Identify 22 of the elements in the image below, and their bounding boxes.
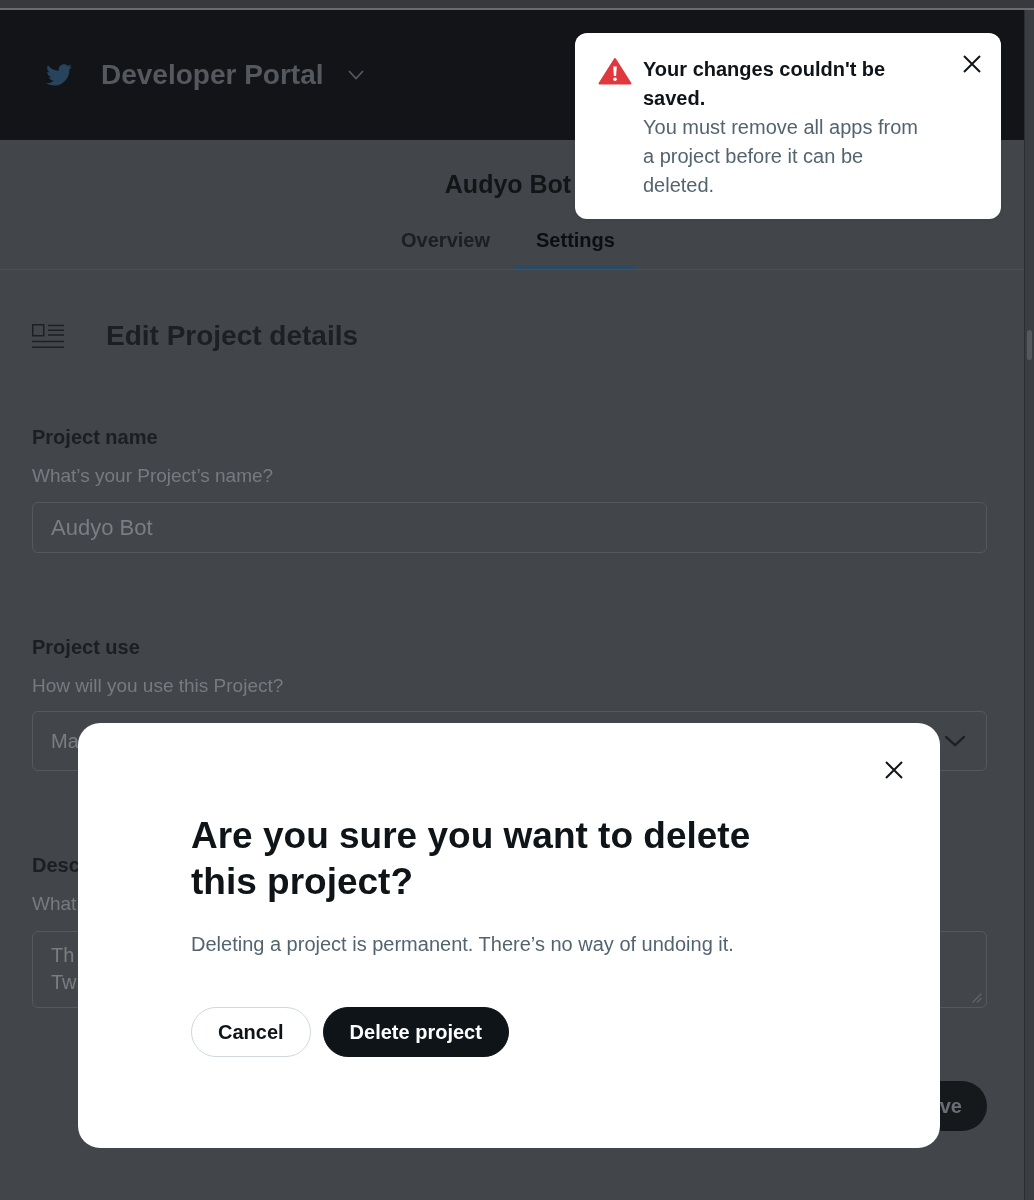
close-icon[interactable] — [963, 55, 981, 73]
chevron-down-icon[interactable] — [944, 735, 966, 747]
dialog-message: Deleting a project is permanent. There’s no way of undoing it. — [191, 932, 734, 957]
scrollbar[interactable] — [1024, 10, 1034, 1200]
form-details-icon — [32, 324, 64, 348]
field-help-text: What’s your Project’s name? — [32, 464, 274, 488]
save-button[interactable]: ve — [938, 1081, 987, 1131]
bird-icon — [45, 64, 72, 86]
close-icon[interactable] — [885, 761, 903, 779]
text-field[interactable]: Audyo Bot — [32, 502, 987, 553]
scrollbar-thumb[interactable] — [1027, 330, 1032, 360]
chevron-down-icon[interactable] — [347, 70, 364, 80]
toast-message: You must remove all apps from a project before it can be deleted. — [643, 115, 919, 198]
field-help-text: What — [32, 892, 77, 916]
delete-button[interactable]: Delete project — [322, 1007, 509, 1057]
toast-title: Your changes couldn't be saved. — [643, 57, 887, 111]
warning-icon — [598, 57, 632, 85]
cancel-button[interactable]: Cancel — [191, 1007, 311, 1057]
portal-title[interactable]: Developer Portal — [101, 57, 324, 93]
dialog-title: Are you sure you want to delete this project? — [191, 814, 752, 904]
resize-handle-icon[interactable] — [972, 993, 982, 1003]
field-help-text: How will you use this Project? — [32, 674, 284, 698]
